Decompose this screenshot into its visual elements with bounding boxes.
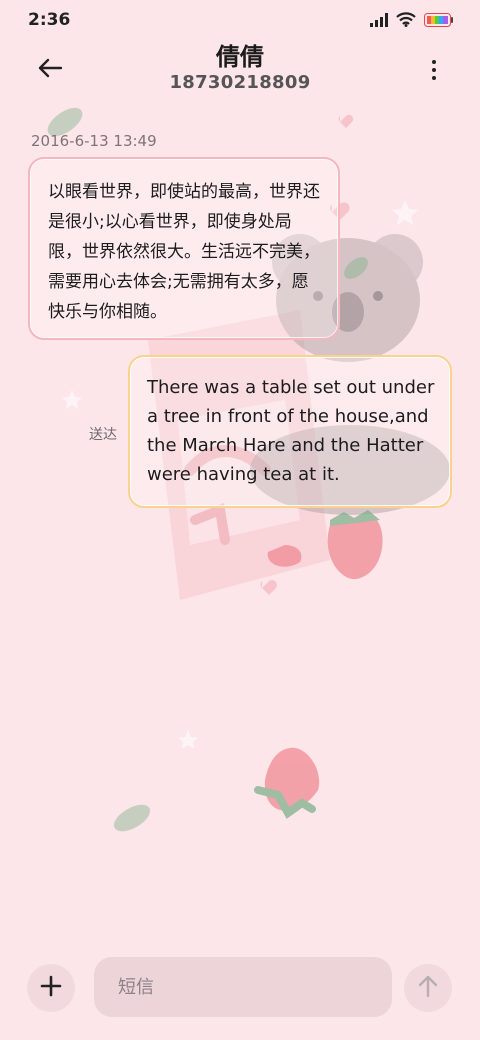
message-input[interactable] (94, 957, 392, 1017)
contact-number: 18730218809 (169, 72, 311, 93)
plus-icon (40, 975, 62, 1001)
status-bar: 2:36 (0, 0, 480, 40)
message-timestamp: 2016-6-13 13:49 (31, 132, 157, 150)
add-attachment-button[interactable] (27, 964, 75, 1012)
more-options-button[interactable] (422, 50, 446, 90)
back-arrow-icon (37, 58, 63, 82)
message-text: 以眼看世界，即使站的最高，世界还是很小;以心看世界，即使身处局限，世界依然很大。… (48, 182, 320, 322)
send-arrow-icon (417, 974, 439, 1002)
conversation-header: 倩倩 18730218809 (0, 40, 480, 100)
message-text: There was a table set out under a tree i… (147, 377, 435, 485)
outgoing-message-bubble[interactable]: There was a table set out under a tree i… (128, 355, 452, 508)
status-icons (370, 12, 454, 31)
signal-icon (370, 12, 388, 31)
more-vertical-icon (432, 60, 436, 64)
battery-icon (424, 12, 454, 31)
delivery-status: 送达 (89, 427, 117, 443)
message-input-box[interactable] (94, 957, 392, 1017)
send-button[interactable] (404, 964, 452, 1012)
wallpaper-illustration (47, 107, 450, 832)
contact-title: 倩倩 18730218809 (90, 42, 390, 94)
back-button[interactable] (28, 50, 72, 90)
incoming-message-bubble[interactable]: 以眼看世界，即使站的最高，世界还是很小;以心看世界，即使身处局限，世界依然很大。… (28, 157, 340, 340)
status-time: 2:36 (28, 10, 71, 30)
wifi-icon (396, 12, 416, 31)
contact-name: 倩倩 (216, 43, 264, 71)
